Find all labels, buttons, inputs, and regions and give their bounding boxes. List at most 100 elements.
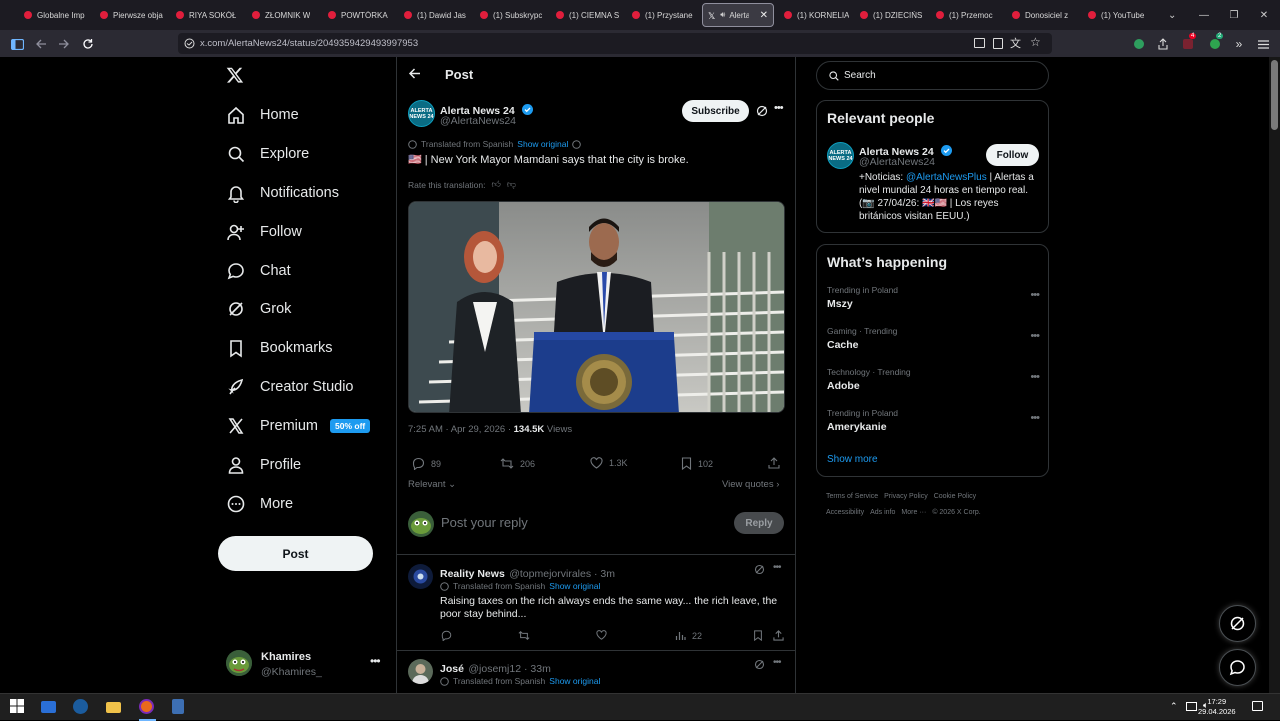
bio-mention-link[interactable]: @AlertaNewsPlus bbox=[906, 172, 987, 183]
page-scrollbar[interactable] bbox=[1269, 57, 1280, 693]
browser-tab[interactable]: (1) DZIECIŃS bbox=[852, 0, 928, 30]
show-original-link[interactable]: Show original bbox=[549, 581, 600, 591]
nav-item-more[interactable]: More bbox=[218, 487, 293, 521]
close-window-icon[interactable]: ✕ bbox=[1248, 0, 1280, 30]
author-avatar[interactable]: ALERTA NEWS 24 bbox=[408, 100, 435, 127]
trend-item[interactable]: Trending in Poland Mszy ••• bbox=[827, 285, 1040, 317]
chat-fab-button[interactable] bbox=[1219, 649, 1256, 686]
more-dots-icon[interactable]: ••• bbox=[773, 562, 781, 573]
grok-fab-button[interactable] bbox=[1219, 605, 1256, 642]
thumbs-up-icon[interactable]: 👍︎ bbox=[491, 179, 500, 190]
follow-button[interactable]: Follow bbox=[986, 144, 1039, 166]
grok-icon[interactable] bbox=[754, 659, 765, 670]
reply-item[interactable]: José @josemj12 · 33m ••• Translated from S… bbox=[397, 651, 795, 693]
avatar[interactable] bbox=[408, 564, 433, 589]
screenshot-icon[interactable] bbox=[974, 38, 985, 48]
url-bar[interactable]: x.com/AlertaNews24/status/20493594294939… bbox=[178, 33, 1052, 54]
maximize-icon[interactable]: ❐ bbox=[1218, 0, 1250, 30]
network-app-icon[interactable] bbox=[41, 699, 58, 716]
repost-action[interactable]: 206 bbox=[500, 457, 535, 470]
like-action[interactable] bbox=[596, 630, 613, 640]
notification-center-icon[interactable] bbox=[1252, 701, 1263, 711]
avatar[interactable] bbox=[408, 659, 433, 684]
browser-tab[interactable]: (1) YouTube bbox=[1080, 0, 1156, 30]
calculator-icon[interactable] bbox=[172, 699, 189, 716]
extension-icon-2[interactable]: 2 bbox=[1206, 33, 1224, 53]
share-action[interactable] bbox=[768, 457, 786, 469]
sort-dropdown[interactable]: Relevant ⌄ bbox=[408, 479, 456, 490]
nav-item-profile[interactable]: Profile bbox=[218, 448, 301, 482]
person-avatar[interactable]: ALERTA NEWS 24 bbox=[827, 142, 854, 169]
more-dots-icon[interactable]: ••• bbox=[1030, 289, 1040, 301]
compose-post-button[interactable]: Post bbox=[218, 536, 373, 571]
nav-item-grok[interactable]: Grok bbox=[218, 292, 291, 326]
bookmark-action[interactable] bbox=[753, 630, 769, 641]
browser-tab[interactable]: 𝕏 🔊︎ Alerta ✕ bbox=[702, 3, 774, 27]
windows-start-icon[interactable] bbox=[10, 699, 27, 716]
scrollbar-thumb[interactable] bbox=[1271, 60, 1278, 130]
nav-item-follow[interactable]: Follow bbox=[218, 215, 302, 249]
share-icon[interactable] bbox=[1154, 35, 1172, 53]
author-handle[interactable]: @AlertaNews24 bbox=[440, 115, 516, 127]
footer-link[interactable]: Accessibility bbox=[826, 509, 864, 516]
footer-link[interactable]: Terms of Service bbox=[826, 493, 878, 500]
reload-icon[interactable] bbox=[79, 35, 97, 53]
back-arrow-icon[interactable] bbox=[408, 67, 421, 80]
close-tab-icon[interactable]: ✕ bbox=[760, 10, 768, 21]
steam-icon[interactable] bbox=[73, 699, 90, 716]
nav-item-explore[interactable]: Explore bbox=[218, 137, 309, 171]
views-action[interactable]: 22 bbox=[675, 630, 702, 641]
nav-item-creator-studio[interactable]: Creator Studio bbox=[218, 370, 354, 404]
grok-icon[interactable] bbox=[754, 564, 765, 575]
reply-author-handle[interactable]: @topmejorvirales · 3m bbox=[509, 568, 615, 580]
browser-tab[interactable]: (1) CIEMNA S bbox=[548, 0, 624, 30]
tab-list-dropdown-icon[interactable]: ⌄ bbox=[1168, 10, 1176, 21]
reader-view-icon[interactable] bbox=[993, 38, 1003, 49]
search-input[interactable]: Search bbox=[816, 61, 1049, 90]
speaker-icon[interactable]: 🔊︎ bbox=[720, 10, 725, 20]
grok-icon[interactable] bbox=[756, 105, 768, 117]
show-original-link[interactable]: Show original bbox=[549, 676, 600, 686]
browser-tab[interactable]: Donosiciel z bbox=[1004, 0, 1080, 30]
browser-tab[interactable]: (1) KORNELIA bbox=[776, 0, 852, 30]
trend-item[interactable]: Trending in Poland Amerykanie ••• bbox=[827, 408, 1040, 440]
show-original-link[interactable]: Show original bbox=[517, 139, 568, 149]
browser-tab[interactable]: POWTÓRKA bbox=[320, 0, 396, 30]
more-dots-icon[interactable]: ••• bbox=[370, 654, 381, 668]
person-handle[interactable]: @AlertaNews24 bbox=[859, 156, 935, 168]
show-more-link[interactable]: Show more bbox=[827, 454, 878, 465]
extension-shield-icon[interactable] bbox=[1130, 35, 1148, 53]
nav-item-notifications[interactable]: Notifications bbox=[218, 176, 339, 210]
reply-author-name[interactable]: José bbox=[440, 663, 464, 675]
reply-author-name[interactable]: Reality News bbox=[440, 568, 505, 580]
file-explorer-icon[interactable] bbox=[106, 699, 123, 716]
browser-tab[interactable]: Pierwsze obja bbox=[92, 0, 168, 30]
more-dots-icon[interactable]: ••• bbox=[773, 657, 781, 668]
bookmark-action[interactable]: 102 bbox=[681, 457, 713, 470]
site-info-icon[interactable] bbox=[184, 38, 195, 49]
reply-action[interactable] bbox=[441, 630, 458, 641]
like-action[interactable]: 1.3K bbox=[590, 457, 628, 469]
taskbar-clock[interactable]: 17:29 29.04.2026 bbox=[1198, 697, 1236, 717]
reply-item[interactable]: Reality News @topmejorvirales · 3m ••• Tra… bbox=[397, 556, 795, 651]
browser-tab[interactable]: (1) Subskrypc bbox=[472, 0, 548, 30]
browser-tab[interactable]: Globalne Imp bbox=[16, 0, 92, 30]
footer-link[interactable]: Cookie Policy bbox=[934, 493, 976, 500]
share-action[interactable] bbox=[773, 630, 790, 641]
nav-item-home[interactable]: Home bbox=[218, 98, 299, 132]
browser-tab[interactable]: ZŁOMNIK W bbox=[244, 0, 320, 30]
bookmark-star-icon[interactable]: ☆ bbox=[1030, 35, 1041, 49]
browser-tab[interactable]: (1) Dawid Jas bbox=[396, 0, 472, 30]
overflow-chevron-icon[interactable]: » bbox=[1230, 35, 1248, 53]
thumbs-down-icon[interactable]: 👎︎ bbox=[507, 179, 516, 190]
firefox-icon[interactable] bbox=[139, 699, 156, 716]
reply-button[interactable]: Reply bbox=[734, 512, 784, 534]
menu-icon[interactable] bbox=[1254, 35, 1272, 53]
trend-item[interactable]: Technology · Trending Adobe ••• bbox=[827, 367, 1040, 399]
more-dots-icon[interactable]: ••• bbox=[1030, 412, 1040, 424]
sidebar-toggle-icon[interactable] bbox=[8, 35, 26, 53]
subscribe-button[interactable]: Subscribe bbox=[682, 100, 749, 122]
x-logo-icon[interactable] bbox=[226, 66, 244, 84]
network-tray-icon[interactable] bbox=[1186, 702, 1197, 711]
more-dots-icon[interactable]: ••• bbox=[1030, 330, 1040, 342]
